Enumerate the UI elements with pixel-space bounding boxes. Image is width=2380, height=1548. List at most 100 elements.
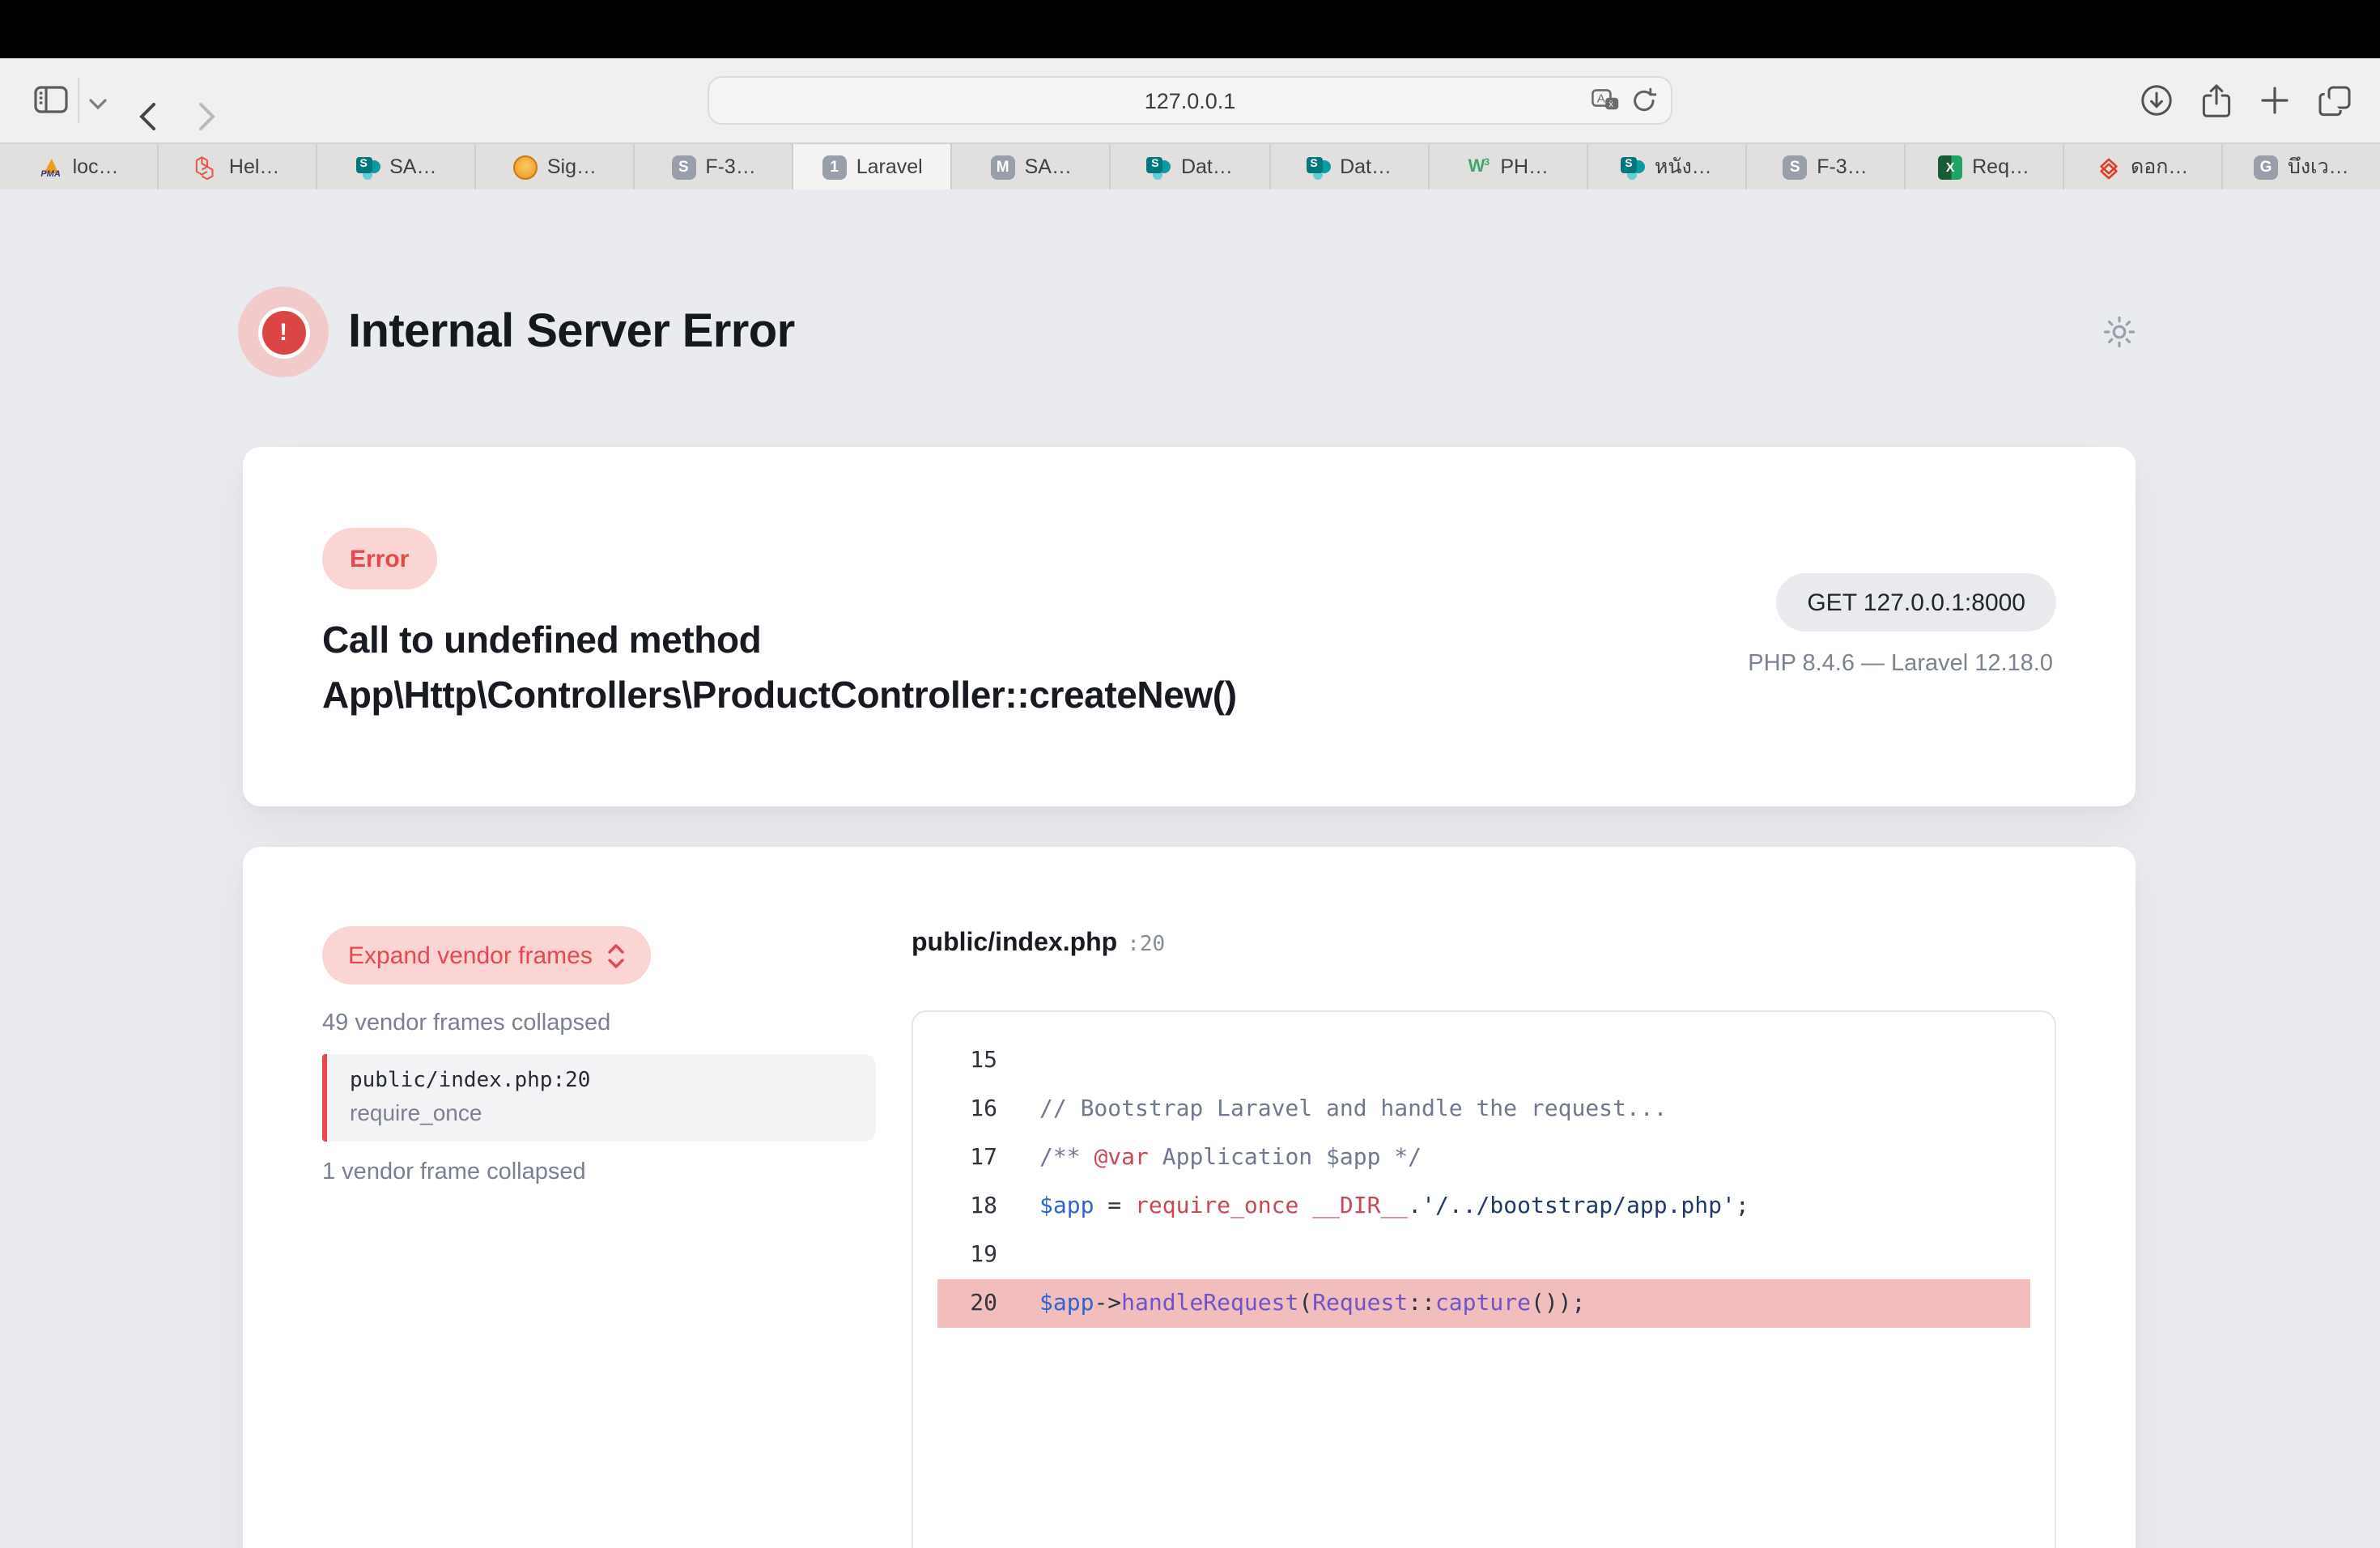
- stack-frame-item[interactable]: public/index.php:20 require_once: [322, 1054, 876, 1142]
- browser-tab[interactable]: PMA loc…: [0, 144, 159, 189]
- browser-tab[interactable]: S F-3…: [635, 144, 794, 189]
- tab-strip: PMA loc… Hel… S SA… Sig… S F-3… 1 Laravel M SA… S Dat…: [0, 142, 2380, 189]
- request-method-badge: GET 127.0.0.1:8000: [1776, 573, 2056, 632]
- code-file-name: public/index.php: [912, 929, 1117, 957]
- url-text: 127.0.0.1: [1145, 88, 1236, 113]
- tab-label: Hel…: [229, 155, 280, 178]
- code-line: 16 // Bootstrap Laravel and handle the re…: [913, 1085, 2055, 1133]
- browser-tab[interactable]: S Dat…: [1270, 144, 1429, 189]
- frame-function: require_once: [350, 1098, 853, 1129]
- tab-label: หนัง…: [1655, 151, 1712, 183]
- code-line-highlighted: 20 $app->handleRequest(Request::capture()…: [937, 1279, 2030, 1328]
- tab-overview-icon[interactable]: [2318, 85, 2351, 116]
- browser-tab[interactable]: Hel…: [159, 144, 317, 189]
- red-chevrons-icon: [2097, 155, 2121, 179]
- code-line: 18 $app = require_once __DIR__.'/../boots…: [913, 1182, 2055, 1231]
- browser-tab[interactable]: XReq…: [1906, 144, 2064, 189]
- expand-collapse-chevrons-icon: [607, 943, 625, 968]
- menu-bar: [0, 0, 2380, 58]
- browser-toolbar: 127.0.0.1 A x̄: [0, 58, 2380, 142]
- theme-toggle-sun-icon[interactable]: [2102, 314, 2137, 350]
- address-bar[interactable]: 127.0.0.1 A x̄: [708, 76, 1672, 125]
- browser-tab[interactable]: S หนัง…: [1587, 144, 1746, 189]
- chevron-down-icon[interactable]: [89, 99, 107, 110]
- code-line: 19: [913, 1231, 2055, 1279]
- reload-icon[interactable]: [1632, 87, 1656, 113]
- line-number: 16: [913, 1096, 997, 1122]
- browser-tab[interactable]: G บึงเว…: [2223, 144, 2380, 189]
- letter-tab-icon: 1: [822, 155, 847, 179]
- code-file-line-number: :20: [1127, 933, 1165, 957]
- sharepoint-icon: S: [1621, 155, 1645, 179]
- w3schools-icon: W3: [1466, 155, 1490, 179]
- code-text: /** @var Application $app */: [1039, 1145, 1422, 1171]
- sharepoint-icon: S: [1306, 155, 1330, 179]
- version-info: PHP 8.4.6 — Laravel 12.18.0: [1748, 651, 2053, 677]
- code-line: 17 /** @var Application $app */: [913, 1133, 2055, 1182]
- new-tab-icon[interactable]: [2260, 86, 2289, 115]
- tab-label: บึงเว…: [2288, 151, 2349, 183]
- error-message-line2: App\Http\Controllers\ProductController::…: [322, 667, 1237, 722]
- phpmyadmin-icon: PMA: [39, 155, 63, 179]
- line-number: 20: [937, 1291, 997, 1316]
- downloads-icon[interactable]: [2140, 84, 2173, 117]
- letter-tab-icon: S: [671, 155, 695, 179]
- code-text: $app->handleRequest(Request::capture());: [1039, 1291, 1585, 1316]
- tab-label: loc…: [73, 155, 119, 178]
- line-number: 17: [913, 1145, 997, 1171]
- error-message: Call to undefined method App\Http\Contro…: [322, 612, 1237, 722]
- line-number: 19: [913, 1242, 997, 1268]
- code-lines: 15 16 // Bootstrap Laravel and handle the …: [913, 1036, 2055, 1328]
- translate-icon[interactable]: A x̄: [1592, 89, 1619, 112]
- tab-label: Laravel: [856, 155, 923, 178]
- error-summary-card: Error Call to undefined method App\Http\…: [243, 447, 2136, 806]
- letter-tab-icon: G: [2254, 155, 2278, 179]
- svg-text:A: A: [1597, 91, 1605, 105]
- forward-button-icon[interactable]: [199, 103, 215, 130]
- seal-icon: [513, 155, 538, 179]
- expand-vendor-frames-button[interactable]: Expand vendor frames: [322, 926, 651, 985]
- toolbar-divider: [78, 78, 79, 123]
- error-type-badge: Error: [322, 528, 436, 589]
- code-text: // Bootstrap Laravel and handle the requ…: [1039, 1096, 1667, 1122]
- tab-label: F-3…: [1817, 155, 1868, 178]
- code-line: 15: [913, 1036, 2055, 1085]
- tab-label: SA…: [389, 155, 436, 178]
- sidebar-toggle-icon[interactable]: [34, 86, 68, 113]
- tab-label: PH…: [1500, 155, 1549, 178]
- frame-file: public/index.php:20: [350, 1067, 853, 1096]
- tab-label: Dat…: [1181, 155, 1233, 178]
- error-message-line1: Call to undefined method: [322, 612, 1237, 667]
- vendor-frames-collapsed-top: 49 vendor frames collapsed: [322, 1010, 610, 1036]
- laravel-icon: [195, 155, 219, 179]
- line-number: 15: [913, 1048, 997, 1074]
- browser-tab[interactable]: W3 PH…: [1429, 144, 1587, 189]
- excel-icon: X: [1938, 155, 1962, 179]
- browser-tab[interactable]: S SA…: [317, 144, 476, 189]
- browser-tab[interactable]: ดอก…: [2064, 144, 2223, 189]
- back-button-icon[interactable]: [139, 103, 155, 130]
- tab-label: F-3…: [705, 155, 756, 178]
- sharepoint-icon: S: [355, 155, 380, 179]
- tab-label: SA…: [1025, 155, 1072, 178]
- code-text: $app = require_once __DIR__.'/../bootstr…: [1039, 1193, 1749, 1219]
- browser-tab[interactable]: M SA…: [953, 144, 1111, 189]
- svg-text:x̄: x̄: [1609, 100, 1613, 109]
- browser-tab-active[interactable]: 1 Laravel: [794, 144, 953, 189]
- page-title: Internal Server Error: [348, 306, 795, 358]
- browser-tab[interactable]: Sig…: [476, 144, 635, 189]
- tab-label: Sig…: [547, 155, 597, 178]
- browser-tab[interactable]: S Dat…: [1111, 144, 1270, 189]
- exclamation-icon: !: [261, 310, 305, 354]
- share-icon[interactable]: [2202, 83, 2231, 117]
- line-number: 18: [913, 1193, 997, 1219]
- code-file-header: public/index.php :20: [912, 929, 1165, 959]
- sharepoint-icon: S: [1147, 155, 1171, 179]
- letter-tab-icon: M: [991, 155, 1015, 179]
- browser-tab[interactable]: S F-3…: [1746, 144, 1905, 189]
- code-snippet-box: 15 16 // Bootstrap Laravel and handle the …: [912, 1010, 2056, 1548]
- error-page: ! Internal Server Error Error Call to un…: [0, 189, 2380, 1548]
- letter-tab-icon: S: [1783, 155, 1807, 179]
- tab-label: ดอก…: [2131, 151, 2188, 183]
- tab-label: Dat…: [1340, 155, 1392, 178]
